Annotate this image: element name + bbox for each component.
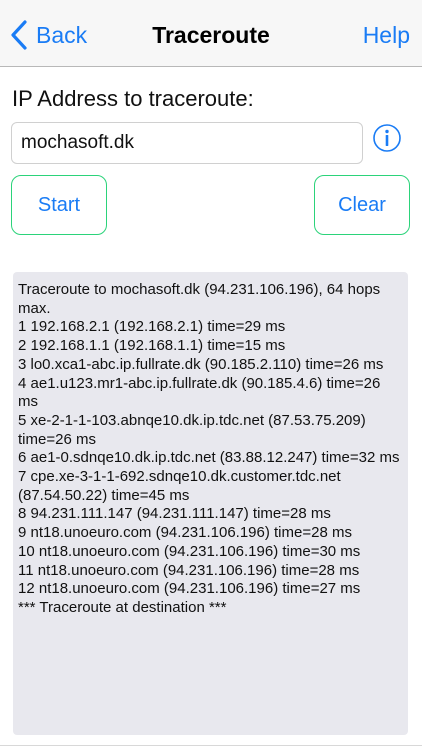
- start-button[interactable]: Start: [11, 175, 107, 235]
- output-line: 5 xe-2-1-1-103.abnqe10.dk.ip.tdc.net (87…: [18, 411, 366, 448]
- output-line: 3 lo0.xca1-abc.ip.fullrate.dk (90.185.2.…: [18, 355, 384, 373]
- ip-address-input[interactable]: [11, 122, 363, 164]
- output-line: 6 ae1-0.sdnqe10.dk.ip.tdc.net (83.88.12.…: [18, 449, 400, 467]
- output-line: 7 cpe.xe-3-1-1-692.sdnqe10.dk.customer.t…: [18, 468, 341, 504]
- output-line: 11 nt18.unoeuro.com (94.231.106.196) tim…: [18, 561, 360, 579]
- page-title: Traceroute: [152, 22, 270, 48]
- clear-button[interactable]: Clear: [314, 175, 410, 235]
- output-line: 1 192.168.2.1 (192.168.2.1) time=29 ms: [18, 318, 286, 336]
- output-line: 12 nt18.unoeuro.com (94.231.106.196) tim…: [18, 580, 361, 598]
- bottom-divider: [0, 745, 422, 746]
- help-button[interactable]: Help: [363, 22, 410, 49]
- output-line: 10 nt18.unoeuro.com (94.231.106.196) tim…: [18, 542, 361, 560]
- ip-address-label: IP Address to traceroute:: [12, 86, 254, 111]
- output-line: 4 ae1.u123.mr1-abc.ip.fullrate.dk (90.18…: [18, 374, 381, 411]
- info-circle-icon[interactable]: [372, 123, 402, 153]
- output-line: Traceroute to mochasoft.dk (94.231.106.1…: [18, 281, 381, 317]
- traceroute-output[interactable]: Traceroute to mochasoft.dk (94.231.106.1…: [13, 272, 408, 735]
- output-line: *** Traceroute at destination ***: [18, 598, 227, 616]
- output-line: 8 94.231.111.147 (94.231.111.147) time=2…: [18, 505, 331, 523]
- output-line: 9 nt18.unoeuro.com (94.231.106.196) time…: [18, 524, 352, 542]
- output-line: 2 192.168.1.1 (192.168.1.1) time=15 ms: [18, 337, 286, 355]
- navigation-bar: Back Traceroute Help: [0, 0, 422, 67]
